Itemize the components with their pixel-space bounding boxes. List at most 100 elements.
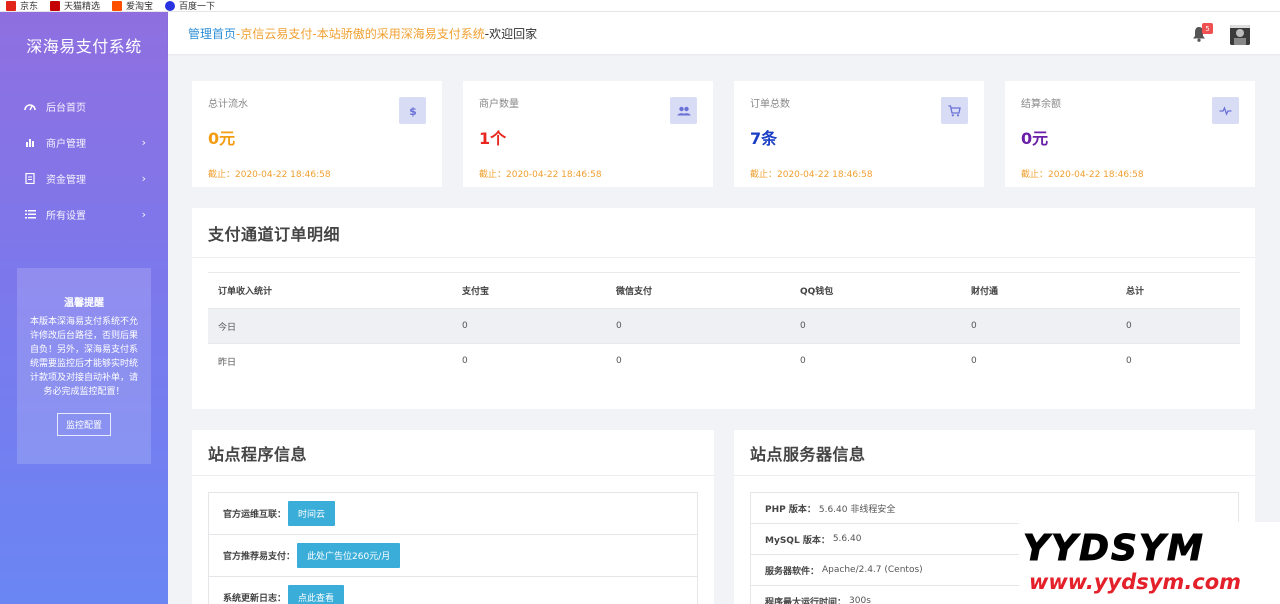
breadcrumb-site: 京信云易支付 <box>240 26 313 41</box>
site-info-title: 站点程序信息 <box>192 430 714 476</box>
cart-icon <box>941 97 968 124</box>
orders-title: 支付通道订单明细 <box>192 208 1255 258</box>
bookmark-baidu[interactable]: 百度一下 <box>165 0 215 12</box>
info-label: 官方运维互联： <box>223 510 287 520</box>
top-header: 管理首页-京信云易支付-本站骄傲的采用深海易支付系统-欢迎回家 5 <box>168 12 1280 54</box>
stat-value: 0元 <box>208 129 236 148</box>
stat-value: 1个 <box>479 129 507 148</box>
stat-time: 截止：2020-04-22 18:46:58 <box>1021 170 1144 180</box>
breadcrumb-welcome: 欢迎回家 <box>489 26 538 41</box>
bookmarks-bar: 京东 天猫精选 爱淘宝 百度一下 <box>0 0 1280 12</box>
table-cell: 0 <box>616 356 622 367</box>
pulse-icon <box>1212 97 1239 124</box>
stat-card-total-flow: 总计流水 0元 截止：2020-04-22 18:46:58 $ <box>192 81 442 187</box>
stat-card-orders: 订单总数 7条 截止：2020-04-22 18:46:58 <box>734 81 984 187</box>
info-value: 300s <box>849 596 871 604</box>
info-value: 5.6.40 非线程安全 <box>818 504 896 515</box>
table-cell: 0 <box>1126 356 1132 367</box>
avatar[interactable] <box>1230 25 1250 45</box>
info-value: Apache/2.4.7 (Centos) <box>822 565 923 575</box>
stat-time: 截止：2020-04-22 18:46:58 <box>750 170 873 180</box>
stat-time: 截止：2020-04-22 18:46:58 <box>479 170 602 180</box>
table-cell: 0 <box>800 356 806 367</box>
stat-label: 总计流水 <box>208 99 248 110</box>
table-cell: 0 <box>971 356 977 367</box>
column-header: QQ钱包 <box>790 272 961 309</box>
info-label: 官方推荐易支付： <box>223 552 296 562</box>
info-label: 程序最大运行时间： <box>765 597 847 604</box>
sidebar-item-merchants[interactable]: 商户管理 › <box>0 124 168 160</box>
changelog-button[interactable]: 点此查看 <box>288 585 345 604</box>
server-info-title: 站点服务器信息 <box>734 430 1255 476</box>
column-header: 订单收入统计 <box>208 272 452 309</box>
sidebar-item-label: 资金管理 <box>46 174 86 186</box>
stat-value: 7条 <box>750 129 778 148</box>
table-cell: 0 <box>462 356 468 367</box>
svg-text:$: $ <box>409 105 417 117</box>
table-cell: 0 <box>1116 308 1240 344</box>
orders-card: 支付通道订单明细 订单收入统计 支付宝 微信支付 QQ钱包 财付通 总计 今日 … <box>192 208 1255 409</box>
bookmark-label: 爱淘宝 <box>126 2 154 12</box>
list-icon <box>24 208 36 220</box>
sidebar: 深海易支付系统 后台首页 商户管理 › 资金管理 › 所有设置 › 温馨提醒 本… <box>0 12 168 604</box>
table-cell: 0 <box>452 308 606 344</box>
sidebar-item-label: 后台首页 <box>46 102 86 114</box>
info-value: 5.6.40 <box>832 534 862 544</box>
aitaobao-icon <box>112 0 123 11</box>
notice-title: 温馨提醒 <box>64 298 104 309</box>
watermark-logo: YYDSYM <box>1023 528 1205 570</box>
baidu-icon <box>165 0 176 11</box>
ops-link-button[interactable]: 时间云 <box>288 501 336 526</box>
stat-time: 截止：2020-04-22 18:46:58 <box>208 170 331 180</box>
notice-text: 本版本深海易支付系统不允许修改后台路径，否则后果自负！另外，深海易支付系统需要监… <box>29 317 138 397</box>
bookmark-label: 天猫精选 <box>64 2 101 12</box>
dashboard-icon <box>24 100 36 112</box>
ad-slot-button[interactable]: 此处广告位260元/月 <box>297 543 401 568</box>
notice-panel: 温馨提醒 本版本深海易支付系统不允许修改后台路径，否则后果自负！另外，深海易支付… <box>17 268 151 464</box>
column-header: 支付宝 <box>452 272 606 309</box>
bookmark-aitaobao[interactable]: 爱淘宝 <box>112 0 153 12</box>
bookmark-tmall[interactable]: 天猫精选 <box>50 0 100 12</box>
bar-chart-icon <box>24 136 36 148</box>
info-label: MySQL 版本： <box>765 535 830 546</box>
dollar-icon: $ <box>399 97 426 124</box>
info-label: PHP 版本： <box>765 504 816 515</box>
breadcrumb-slogan: 本站骄傲的采用深海易支付系统 <box>316 26 485 41</box>
stat-card-merchants: 商户数量 1个 截止：2020-04-22 18:46:58 <box>463 81 713 187</box>
chevron-right-icon: › <box>141 135 146 149</box>
bookmark-jd[interactable]: 京东 <box>6 0 38 12</box>
table-cell: 昨日 <box>218 357 237 368</box>
info-label: 服务器软件： <box>765 566 820 577</box>
column-header: 总计 <box>1116 272 1240 309</box>
list-item: PHP 版本： 5.6.40 非线程安全 <box>751 493 1238 524</box>
list-item: 系统更新日志： 点此查看 <box>209 577 697 604</box>
table-row: 昨日 0 0 0 0 0 <box>208 344 1240 379</box>
site-info-card: 站点程序信息 官方运维互联： 时间云 官方推荐易支付： 此处广告位260元/月 … <box>192 430 714 604</box>
breadcrumb: 管理首页-京信云易支付-本站骄傲的采用深海易支付系统-欢迎回家 <box>188 25 537 42</box>
stat-value: 0元 <box>1021 129 1049 148</box>
sidebar-item-funds[interactable]: 资金管理 › <box>0 160 168 196</box>
bookmark-label: 京东 <box>20 2 39 12</box>
users-icon <box>670 97 697 124</box>
column-header: 财付通 <box>961 272 1116 309</box>
chevron-right-icon: › <box>141 171 146 185</box>
table-cell: 0 <box>790 308 961 344</box>
sidebar-item-label: 所有设置 <box>46 210 86 222</box>
chevron-right-icon: › <box>141 207 146 221</box>
sidebar-item-settings[interactable]: 所有设置 › <box>0 196 168 232</box>
watermark: YYDSYM www.yydsym.com <box>1019 522 1280 604</box>
stat-card-balance: 结算余额 0元 截止：2020-04-22 18:46:58 <box>1005 81 1255 187</box>
table-cell: 今日 <box>208 308 452 344</box>
sidebar-nav: 后台首页 商户管理 › 资金管理 › 所有设置 › <box>0 88 168 232</box>
site-info-list: 官方运维互联： 时间云 官方推荐易支付： 此处广告位260元/月 系统更新日志：… <box>208 492 698 604</box>
jd-icon <box>6 0 16 11</box>
list-item: 官方推荐易支付： 此处广告位260元/月 <box>209 535 697 577</box>
sidebar-item-home[interactable]: 后台首页 <box>0 88 168 124</box>
brand-title[interactable]: 深海易支付系统 <box>0 12 168 78</box>
sidebar-item-label: 商户管理 <box>46 138 86 150</box>
info-label: 系统更新日志： <box>223 594 287 604</box>
breadcrumb-home-link[interactable]: 管理首页 <box>188 27 236 41</box>
document-icon <box>24 172 36 184</box>
watermark-url: www.yydsym.com <box>1029 570 1242 594</box>
monitor-config-button[interactable]: 监控配置 <box>56 413 111 436</box>
